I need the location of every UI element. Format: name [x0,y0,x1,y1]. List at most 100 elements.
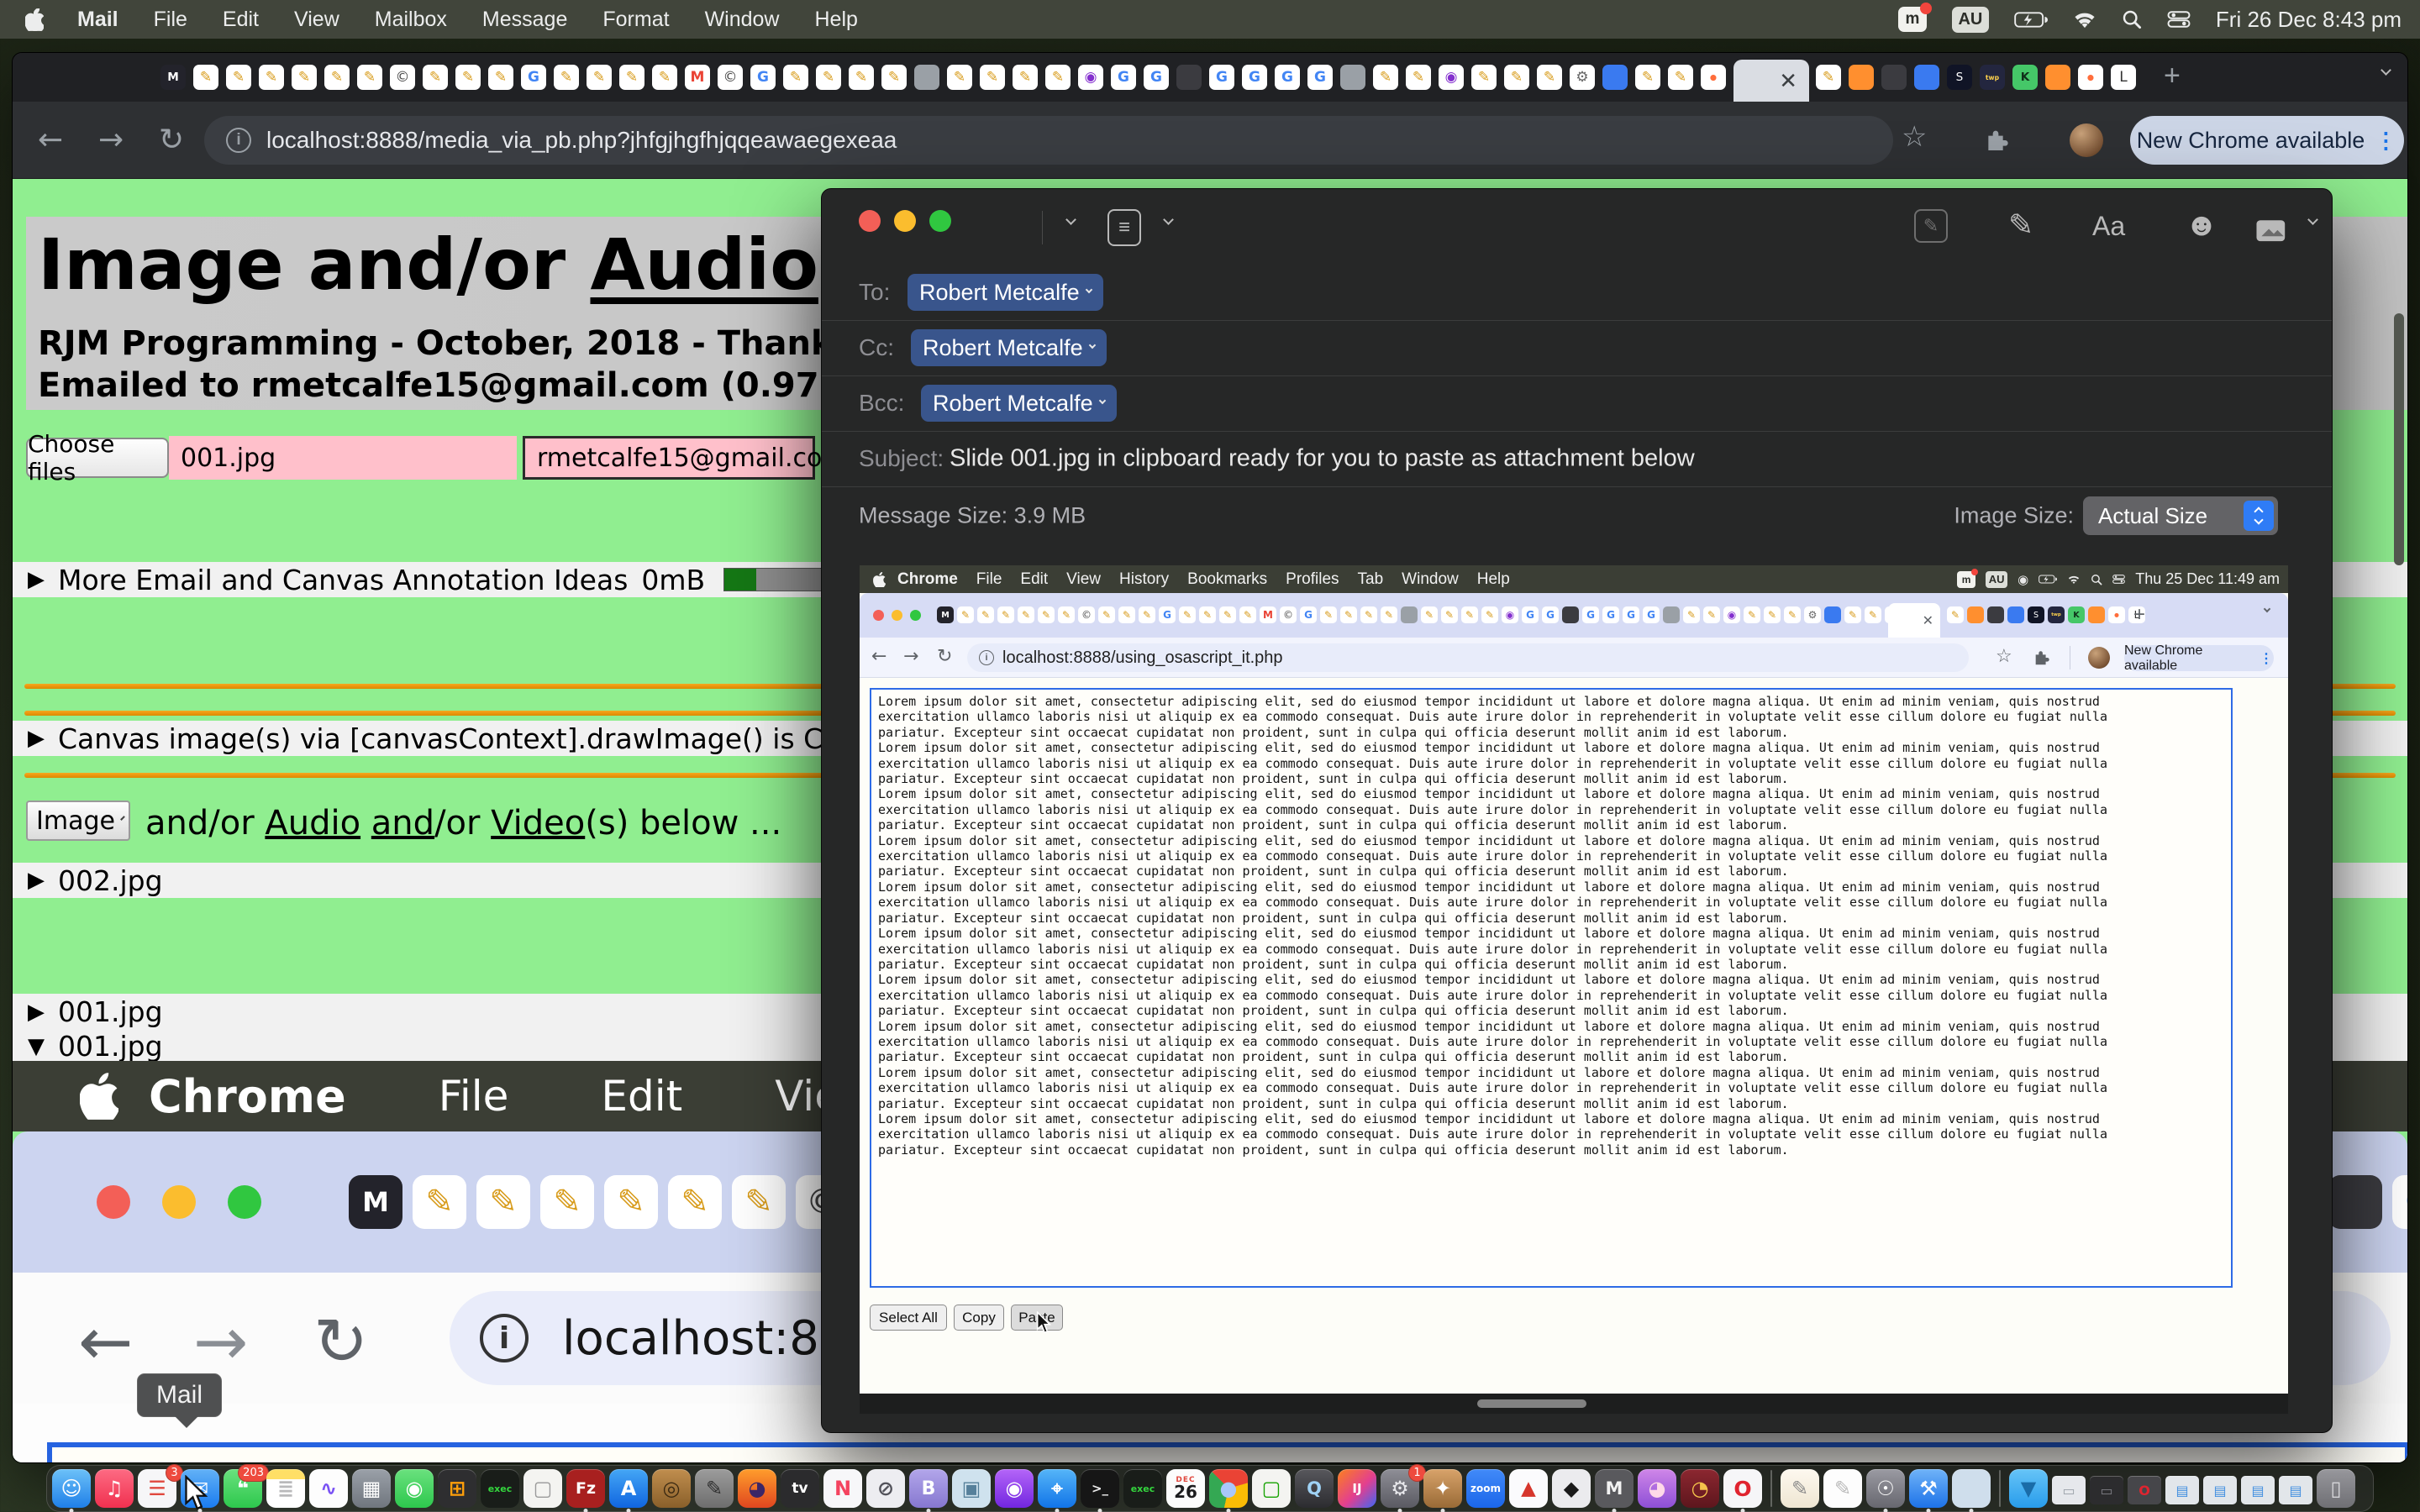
apple-menu-icon[interactable] [25,8,44,31]
dev-utility[interactable]: ⊘ [866,1469,905,1508]
finder[interactable]: ☺ [52,1469,91,1508]
disclosure-triangle-icon[interactable]: ▶ [28,726,45,751]
tab-favicon[interactable] [1176,65,1202,90]
textedit[interactable]: ✎ [1781,1469,1819,1508]
apple-tv[interactable]: tv [781,1469,819,1508]
and-link[interactable]: and [371,804,434,843]
menu-item[interactable]: Format [602,8,669,32]
tab-favicon[interactable] [652,65,677,90]
m-status-icon[interactable]: m [1898,7,1927,32]
active-tab[interactable]: ✕ [1733,60,1809,102]
facetime[interactable]: ◉ [395,1469,434,1508]
emoji-icon[interactable]: ☻ [2185,207,2218,244]
battery-icon[interactable] [2014,12,2048,28]
tab-favicon[interactable] [816,65,841,90]
tab-favicon[interactable] [1570,65,1595,90]
back-icon[interactable]: ← [38,123,63,157]
grouped-tab-favicon[interactable] [2045,65,2070,90]
tab-favicon[interactable] [1439,65,1464,90]
min-window-sheet-1[interactable]: ▤ [2165,1476,2199,1504]
email-input[interactable]: rmetcalfe15@gmail.com [523,436,815,480]
writing-tools-icon[interactable]: ✎ [2008,207,2033,243]
minimize-window-button[interactable] [894,210,916,232]
tab-favicon[interactable] [619,65,644,90]
section-001jpg-collapsed[interactable]: ▶001.jpg [28,995,163,1028]
tab-favicon[interactable] [292,65,317,90]
preview[interactable]: ▣ [952,1469,991,1508]
prism-app[interactable]: ▲ [1509,1469,1548,1508]
notes[interactable]: ≣ [266,1469,305,1508]
audio-link[interactable]: Audio [265,804,360,843]
menu-item[interactable]: Help [814,8,857,32]
podcasts[interactable]: ◉ [995,1469,1034,1508]
grouped-tab-favicon[interactable] [1914,65,1939,90]
character-app[interactable]: ◕ [1638,1469,1676,1508]
tab-favicon[interactable] [357,65,382,90]
tab-favicon[interactable] [390,65,415,90]
menu-item[interactable]: Edit [223,8,259,32]
zoom-window-button[interactable] [929,210,951,232]
messages[interactable]: ❝ 203 [224,1469,262,1508]
app-menu-mail[interactable]: Mail [77,8,118,32]
reload-icon[interactable]: ↻ [159,123,184,157]
inkscape[interactable]: ◆ [1552,1469,1591,1508]
bcc-field[interactable]: Bcc: Robert Metcalfe [822,375,2332,431]
new-chrome-available-button[interactable]: New Chrome available ⋮ [2130,116,2404,165]
to-field[interactable]: To: Robert Metcalfe [822,265,2332,320]
tab-favicon[interactable] [849,65,874,90]
tab-favicon[interactable] [423,65,448,90]
blank-app[interactable] [1952,1469,1991,1508]
tab-favicon[interactable] [783,65,808,90]
chrome[interactable]: ● [1209,1469,1248,1508]
forward-icon[interactable]: → [98,123,124,157]
cc-field[interactable]: Cc: Robert Metcalfe [822,320,2332,375]
menu-item[interactable]: View [294,8,339,32]
opera[interactable]: O [1723,1469,1762,1508]
tab-favicon[interactable] [1635,65,1660,90]
send-options-chevron-icon[interactable] [1065,214,1076,225]
tab-favicon[interactable] [1111,65,1136,90]
min-window-sheet-3[interactable]: ▤ [2241,1476,2275,1504]
safari[interactable]: ⌖ [1038,1469,1076,1508]
tab-favicon[interactable] [1602,65,1628,90]
choose-files-button[interactable]: Choose files [26,438,169,478]
intellij-idea[interactable]: IJ [1338,1469,1376,1508]
exec-terminal[interactable]: exec [481,1469,519,1508]
tab-favicon[interactable] [1471,65,1497,90]
tab-favicon[interactable] [455,65,481,90]
firefox[interactable]: ◕ [738,1469,776,1508]
terminal[interactable]: >_ [1081,1469,1119,1508]
bookmark-star-icon[interactable]: ☆ [1902,120,1927,154]
grouped-tab-favicon[interactable] [1980,65,2005,90]
tab-favicon[interactable] [1373,65,1398,90]
menu-item[interactable]: Message [482,8,567,32]
min-window-sheet-4[interactable]: ▤ [2279,1476,2312,1504]
input-source-badge[interactable]: AU [1952,7,1989,33]
tab-favicon[interactable] [685,65,710,90]
file-input[interactable]: 001.jpg [169,436,517,480]
tab-favicon[interactable] [1209,65,1234,90]
tab-favicon[interactable] [750,65,776,90]
menu-bar-clock[interactable]: Fri 26 Dec 8:43 pm [2216,7,2402,33]
tab-favicon[interactable] [1504,65,1529,90]
grouped-tab-favicon[interactable] [1881,65,1907,90]
tab-favicon[interactable] [1701,65,1726,90]
zoom[interactable]: zoom [1466,1469,1505,1508]
cc-recipient-token[interactable]: Robert Metcalfe [911,329,1107,366]
menu-item[interactable]: File [154,8,187,32]
tab-favicon[interactable] [1668,65,1693,90]
page-scrollbar[interactable] [2394,313,2404,565]
downloads-folder[interactable]: ▼ [2009,1469,2048,1508]
paint-app[interactable]: ✦ [1423,1469,1462,1508]
tab-favicon[interactable] [1340,65,1365,90]
tab-favicon[interactable] [1242,65,1267,90]
calendar[interactable]: 26 [1166,1469,1205,1508]
tab-favicon[interactable] [324,65,350,90]
tab-favicon[interactable] [881,65,907,90]
system-settings[interactable]: ⚙ 1 [1381,1469,1419,1508]
tab-favicon[interactable] [1144,65,1169,90]
tab-favicon[interactable] [1406,65,1431,90]
tab-favicon[interactable] [1307,65,1333,90]
grouped-tab-favicon[interactable] [1947,65,1972,90]
bbedit[interactable]: B [909,1469,948,1508]
